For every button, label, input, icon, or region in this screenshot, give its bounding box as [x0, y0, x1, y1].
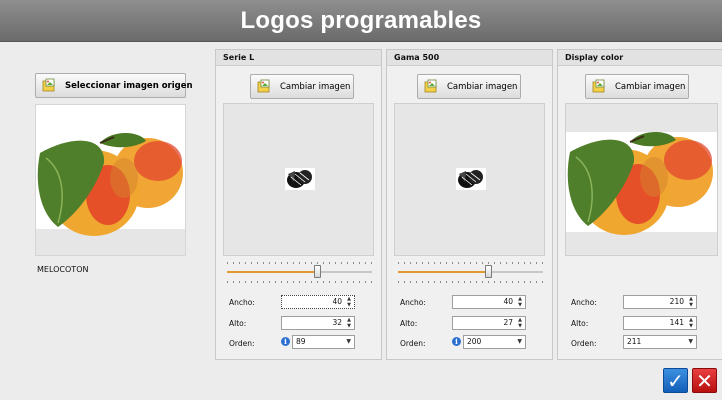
image-folder-icon [257, 79, 272, 94]
chevron-down-icon: ▼ [346, 338, 351, 345]
width-label: Ancho: [571, 298, 597, 307]
spin-arrows-icon[interactable]: ▲ ▼ [687, 296, 695, 308]
window-title: Logos programables [240, 6, 482, 34]
height-label: Alto: [571, 319, 589, 328]
scale-slider-serie-l[interactable] [227, 259, 372, 285]
info-icon[interactable]: i [452, 337, 461, 346]
height-spinbox-gama-500[interactable]: 27 ▲ ▼ [452, 316, 526, 330]
order-label: Orden: [571, 339, 597, 348]
slider-thumb[interactable] [313, 265, 321, 278]
order-label: Orden: [229, 339, 255, 348]
preview-gama-500 [394, 103, 545, 256]
monochrome-logo-preview [285, 168, 315, 190]
width-label: Ancho: [400, 298, 426, 307]
width-spinbox-display-color[interactable]: 210 ▲ ▼ [623, 295, 697, 309]
image-folder-icon [42, 78, 57, 93]
source-image-name: MELOCOTON [37, 265, 89, 274]
close-icon: ✕ [696, 368, 713, 393]
panel-title: Display color [558, 50, 722, 66]
source-image-frame [35, 104, 186, 256]
order-select-gama-500[interactable]: 200 ▼ [463, 335, 526, 349]
info-icon[interactable]: i [281, 337, 290, 346]
spin-arrows-icon[interactable]: ▲ ▼ [516, 317, 524, 329]
image-folder-icon [592, 79, 607, 94]
height-spinbox-serie-l[interactable]: 32 ▲ ▼ [281, 316, 355, 330]
height-label: Alto: [229, 319, 247, 328]
width-label: Ancho: [229, 298, 255, 307]
select-source-image-button[interactable]: Seleccionar imagen origen [35, 73, 193, 98]
spin-arrows-icon[interactable]: ▲ ▼ [516, 296, 524, 308]
change-image-button-display-color[interactable]: Cambiar imagen [585, 74, 689, 99]
change-image-button-serie-l[interactable]: Cambiar imagen [250, 74, 354, 99]
check-icon: ✓ [667, 368, 684, 393]
confirm-button[interactable]: ✓ [663, 368, 688, 393]
panel-title: Gama 500 [387, 50, 552, 66]
order-select-display-color[interactable]: 211 ▼ [623, 335, 697, 349]
order-select-serie-l[interactable]: 89 ▼ [292, 335, 355, 349]
spin-arrows-icon[interactable]: ▲ ▼ [687, 317, 695, 329]
preview-serie-l [223, 103, 374, 256]
title-bar: Logos programables [0, 0, 722, 42]
width-spinbox-gama-500[interactable]: 40 ▲ ▼ [452, 295, 526, 309]
slider-thumb[interactable] [484, 265, 492, 278]
height-spinbox-display-color[interactable]: 141 ▲ ▼ [623, 316, 697, 330]
change-image-button-gama-500[interactable]: Cambiar imagen [417, 74, 521, 99]
color-logo-preview [566, 104, 717, 255]
preview-display-color [565, 103, 718, 256]
spin-arrows-icon[interactable]: ▲ ▼ [345, 317, 353, 329]
scale-slider-gama-500[interactable] [398, 259, 543, 285]
width-spinbox-serie-l[interactable]: 40 ▲ ▼ [281, 295, 355, 309]
height-label: Alto: [400, 319, 418, 328]
image-folder-icon [424, 79, 439, 94]
order-label: Orden: [400, 339, 426, 348]
cancel-button[interactable]: ✕ [692, 368, 717, 393]
chevron-down-icon: ▼ [688, 338, 693, 345]
monochrome-logo-preview [456, 168, 486, 190]
source-peach-image [36, 105, 185, 255]
chevron-down-icon: ▼ [517, 338, 522, 345]
spin-arrows-icon[interactable]: ▲ ▼ [345, 296, 353, 308]
panel-title: Serie L [216, 50, 381, 66]
